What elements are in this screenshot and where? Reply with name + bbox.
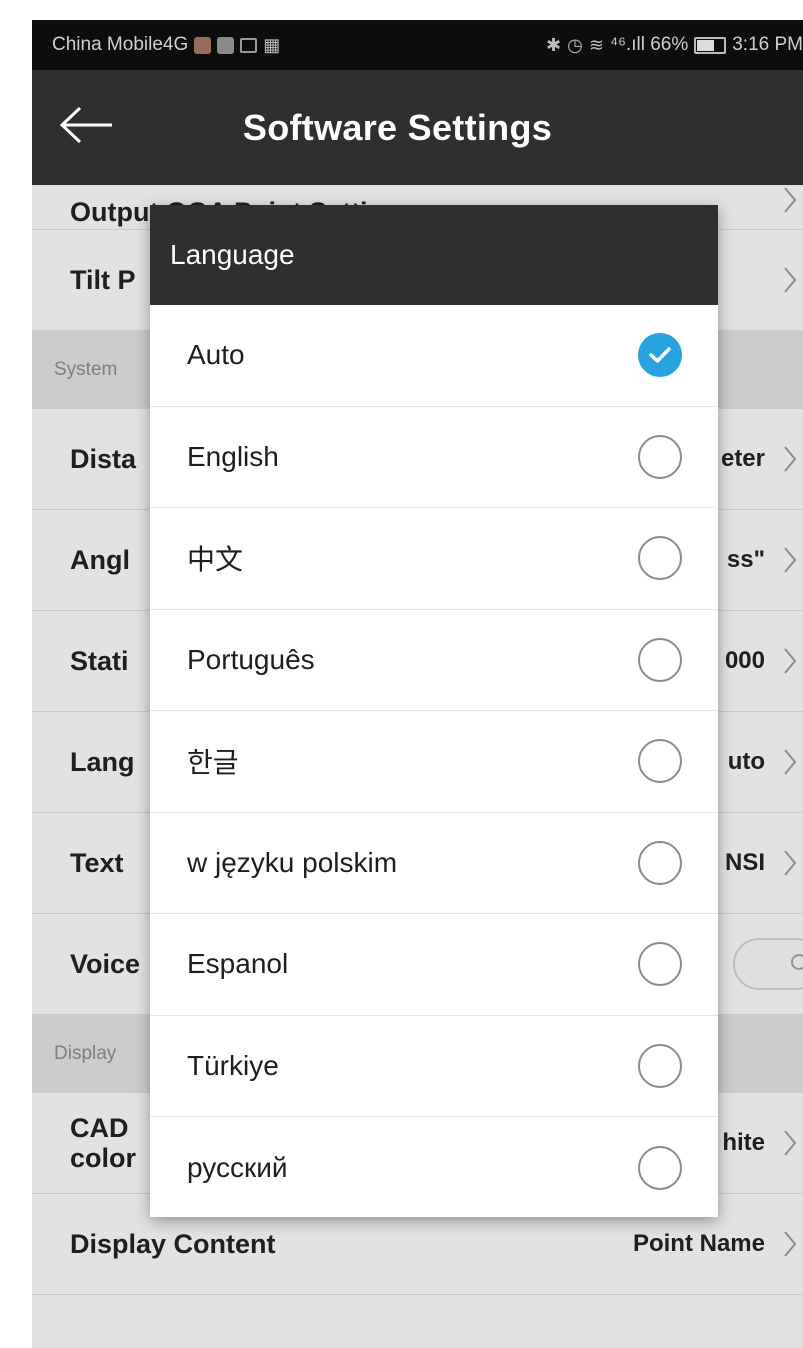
radio-unchecked-icon[interactable] xyxy=(638,942,682,987)
app-bar: Software Settings xyxy=(32,70,803,185)
option-label: English xyxy=(187,440,279,472)
image-icon xyxy=(240,37,258,53)
language-option-english[interactable]: English xyxy=(150,406,718,508)
option-label: w języku polskim xyxy=(187,846,398,878)
radio-checked-icon[interactable] xyxy=(638,333,682,378)
option-label: 中文 xyxy=(187,544,244,576)
option-label: Auto xyxy=(187,339,245,371)
option-label: русский xyxy=(187,1151,288,1183)
notification-icon xyxy=(217,36,235,54)
signal-battery-label: ⁴⁶.ıll 66% xyxy=(609,34,689,55)
language-option-portuguese[interactable]: Português xyxy=(150,609,718,711)
page-title: Software Settings xyxy=(242,106,553,148)
clock: 3:16 PM xyxy=(732,34,803,55)
radio-unchecked-icon[interactable] xyxy=(638,536,682,581)
language-option-turkish[interactable]: Türkiye xyxy=(150,1015,718,1117)
option-label: Português xyxy=(187,643,315,675)
gallery-icon: ▦ xyxy=(263,34,281,55)
language-option-korean[interactable]: 한글 xyxy=(150,711,718,813)
alarm-icon: ◷ xyxy=(567,34,583,55)
phone-screen: China Mobile4G ▦ ✱ ◷ ≋ ⁴⁶.ıll 66% 3:16 P… xyxy=(32,20,803,1348)
battery-icon xyxy=(694,36,727,54)
language-option-auto[interactable]: Auto xyxy=(150,305,718,407)
language-option-spanish[interactable]: Espanol xyxy=(150,914,718,1016)
bluetooth-icon: ✱ xyxy=(546,34,562,55)
radio-unchecked-icon[interactable] xyxy=(638,637,682,682)
language-option-polish[interactable]: w języku polskim xyxy=(150,812,718,914)
status-left: China Mobile4G ▦ xyxy=(52,34,280,56)
radio-unchecked-icon[interactable] xyxy=(638,739,682,784)
dialog-header: Language xyxy=(150,205,718,305)
option-label: Türkiye xyxy=(187,1049,279,1081)
option-label: 한글 xyxy=(187,747,239,779)
language-dialog: Language Auto English 中文 Português 한글 w … xyxy=(150,205,718,1217)
radio-unchecked-icon[interactable] xyxy=(638,434,682,479)
status-bar: China Mobile4G ▦ ✱ ◷ ≋ ⁴⁶.ıll 66% 3:16 P… xyxy=(32,20,803,70)
wifi-icon: ≋ xyxy=(588,34,604,55)
notification-icon xyxy=(194,36,212,54)
radio-unchecked-icon[interactable] xyxy=(638,840,682,885)
checkmark-icon xyxy=(649,347,671,363)
carrier-label: China Mobile4G xyxy=(52,34,189,55)
option-label: Espanol xyxy=(187,948,289,980)
radio-unchecked-icon[interactable] xyxy=(638,1145,682,1190)
dialog-title: Language xyxy=(170,239,295,270)
language-option-russian[interactable]: русский xyxy=(150,1117,718,1217)
language-option-chinese[interactable]: 中文 xyxy=(150,508,718,610)
radio-unchecked-icon[interactable] xyxy=(638,1043,682,1088)
status-right: ✱ ◷ ≋ ⁴⁶.ıll 66% 3:16 PM xyxy=(546,34,803,56)
